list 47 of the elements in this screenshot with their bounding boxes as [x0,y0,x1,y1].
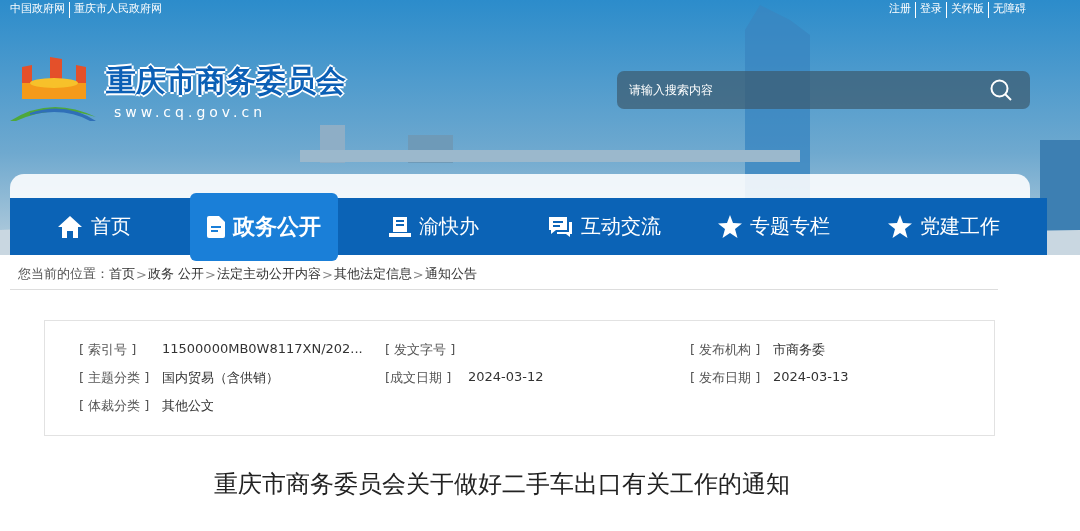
star-icon [718,215,742,238]
logo-icon [10,57,96,123]
breadcrumb-link[interactable]: 其他法定信息 [333,265,412,283]
nav-tab[interactable]: 首页 [20,198,168,255]
site-title: 重庆市商务委员会 [106,61,346,100]
star-icon [888,215,912,238]
top-link[interactable]: 注册 [889,2,915,18]
top-link[interactable]: 中国政府网 [10,2,69,18]
top-link[interactable]: 登录 [915,2,946,18]
top-link[interactable]: 无障碍 [988,2,1030,18]
field-label: [ 主题分类 ] [79,369,151,387]
breadcrumb-separator: > [135,266,148,282]
field-label: [ 发布机构 ] [690,341,762,359]
breadcrumb-separator: > [320,266,334,282]
field-label: [ 体裁分类 ] [79,397,151,415]
breadcrumb-link[interactable]: 法定主动公开内容 [216,265,321,283]
search-icon[interactable] [990,79,1012,101]
field-label: [ 发布日期 ] [690,369,762,387]
nav-tab[interactable]: 政务公开 [190,192,338,261]
field-value: 11500000MB0W8117XN/202... [162,341,364,358]
breadcrumb-link[interactable]: 政务 公开 [147,265,205,283]
nav-tab[interactable]: 渝快办 [360,198,508,255]
breadcrumb-label: 您当前的位置： [18,265,109,283]
field-value: 市商务委 [773,341,826,359]
chat-icon [547,214,573,239]
nav-tab[interactable]: 专题专栏 [700,198,848,255]
site-domain: sww.cq.gov.cn [114,103,268,120]
document-icon [207,215,225,238]
field-value: 其他公文 [162,397,215,415]
nav-tab[interactable]: 党建工作 [870,198,1018,255]
field-value: 2024-03-12 [468,369,545,386]
field-label: [ 索引号 ] [79,341,138,359]
field-label: [ 发文字号 ] [385,341,457,359]
top-link[interactable]: 关怀版 [946,2,988,18]
breadcrumb-separator: > [412,266,425,282]
top-link[interactable]: 重庆市人民政府网 [69,2,166,18]
field-value: 国内贸易（含供销） [162,369,280,387]
breadcrumb-link[interactable]: 通知公告 [424,265,477,283]
search-field[interactable]: 请输入搜索内容 [617,71,1030,109]
article-title: 重庆市商务委员会关于做好二手车出口有关工作的通知 [213,469,791,500]
field-value: 2024-03-13 [773,369,850,386]
breadcrumb-link[interactable]: 首页 [109,265,135,283]
home-icon [57,214,83,239]
desk-icon [389,215,411,238]
nav-tab[interactable]: 互动交流 [530,198,678,255]
breadcrumb-separator: > [204,266,217,282]
field-label: [成文日期 ] [385,369,453,387]
